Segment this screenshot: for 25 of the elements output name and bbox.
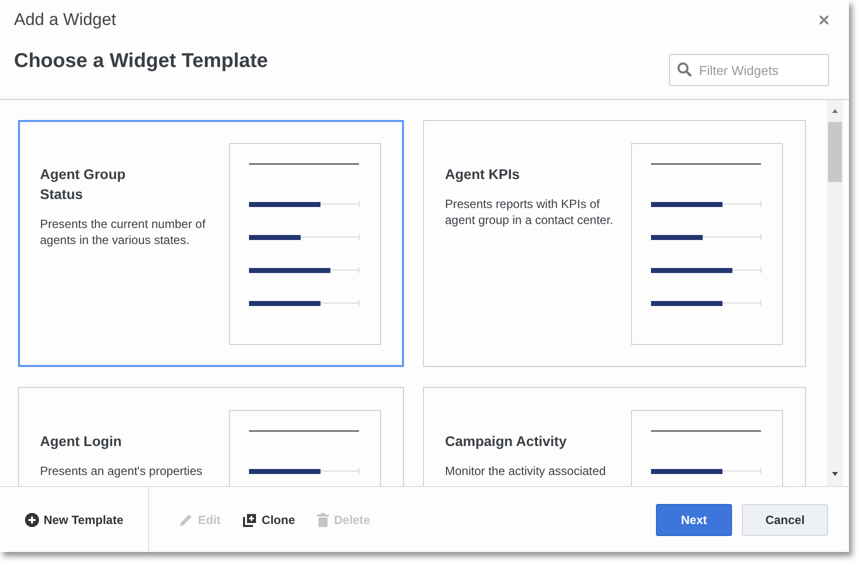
template-title: Campaign Activity bbox=[445, 432, 568, 451]
template-description: Presents the current number of agents in the various states. bbox=[40, 216, 206, 248]
pencil-icon bbox=[179, 512, 193, 526]
template-card[interactable]: Agent KPIs Presents reports with KPIs of agent group in a contact center. bbox=[423, 120, 806, 367]
template-title: Agent Login bbox=[40, 432, 123, 451]
template-description: Presents an agent's properties bbox=[40, 463, 204, 479]
clone-icon bbox=[242, 512, 257, 526]
next-button[interactable]: Next bbox=[656, 504, 732, 536]
template-title: Agent Group Status bbox=[40, 165, 127, 204]
template-title: Agent KPIs bbox=[445, 165, 521, 184]
template-card[interactable]: Agent Group Status Presents the current number of agents in the various states. bbox=[18, 120, 404, 367]
plus-circle-icon bbox=[24, 512, 39, 526]
template-card[interactable]: Campaign Activity Monitor the activity associated bbox=[423, 387, 806, 486]
window-title: Add a Widget bbox=[14, 10, 116, 30]
trash-icon bbox=[317, 512, 330, 526]
cancel-button[interactable]: Cancel bbox=[742, 504, 828, 536]
template-description: Monitor the activity associated bbox=[445, 463, 607, 479]
new-template-button[interactable]: New Template bbox=[0, 487, 148, 552]
dialog-heading: Choose a Widget Template bbox=[14, 50, 268, 72]
scrollbar[interactable] bbox=[827, 100, 843, 486]
search-field[interactable]: Filter Widgets bbox=[669, 54, 829, 86]
template-description: Presents reports with KPIs of agent group in a contact center. bbox=[445, 196, 614, 228]
template-card[interactable]: Agent Login Presents an agent's properties bbox=[18, 387, 404, 486]
close-icon[interactable] bbox=[819, 15, 829, 25]
clone-button[interactable]: Clone bbox=[242, 512, 296, 526]
